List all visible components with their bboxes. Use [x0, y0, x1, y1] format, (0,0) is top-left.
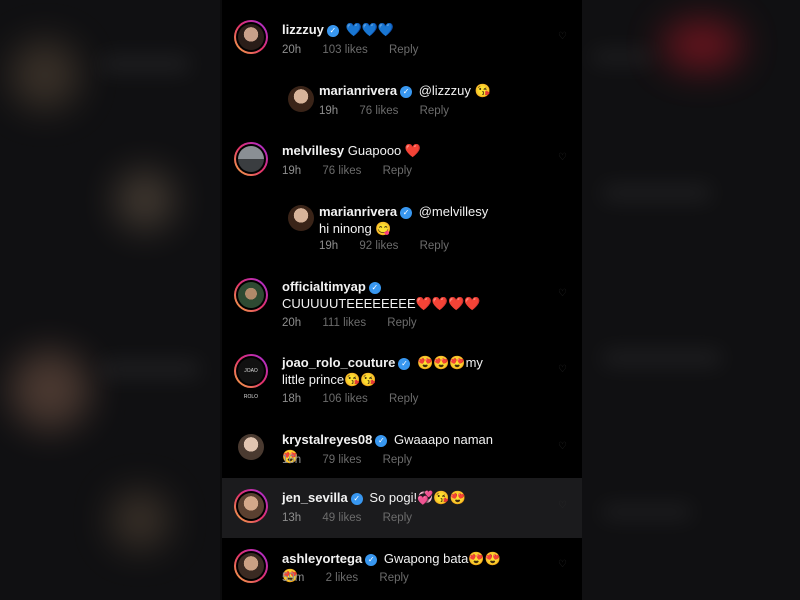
profile-picture [238, 146, 264, 172]
comment-reply: marianrivera ✓ @melvillesy hi ninong 😋 19… [222, 199, 582, 269]
profile-picture [238, 493, 264, 519]
timestamp: 19h [319, 105, 339, 117]
likes-count[interactable]: 79 likes [322, 454, 361, 466]
reply-button[interactable]: Reply [389, 44, 418, 56]
comment-item: JOAO ROLO joao_rolo_couture ✓ 😍😍😍my littl… [222, 350, 582, 420]
reply-button[interactable]: Reply [383, 512, 412, 524]
likes-count[interactable]: 76 likes [359, 105, 398, 117]
avatar[interactable] [234, 142, 268, 176]
heart-icon[interactable]: ♡ [558, 441, 568, 452]
reply-button[interactable]: Reply [383, 454, 412, 466]
likes-count[interactable]: 106 likes [322, 393, 367, 405]
timestamp: 18h [282, 393, 302, 405]
heart-icon[interactable]: ♡ [558, 500, 568, 511]
likes-count[interactable]: 103 likes [322, 44, 367, 56]
timestamp: 19h [282, 165, 302, 177]
timestamp: 20h [282, 317, 302, 329]
heart-icon[interactable]: ♡ [558, 364, 568, 375]
brand-logo: JOAO ROLO [238, 358, 264, 400]
timestamp: 20h [282, 44, 302, 56]
heart-icon[interactable]: ♡ [558, 559, 568, 570]
profile-picture [238, 282, 264, 308]
comment-item: lizzzuy ✓ 💙💙💙 20h 103 likes Reply ♡ [222, 15, 582, 85]
likes-count[interactable]: 76 likes [322, 165, 361, 177]
avatar[interactable] [284, 201, 318, 235]
username[interactable]: marianrivera [319, 204, 397, 219]
reply-button[interactable]: Reply [389, 393, 418, 405]
heart-icon[interactable]: ♡ [558, 152, 568, 163]
comment-item: melvillesy Guapooo ❤️ 19h 76 likes Reply… [222, 138, 582, 208]
likes-count[interactable]: 49 likes [322, 512, 361, 524]
blurred-background-left [0, 0, 220, 600]
username[interactable]: ashleyortega [282, 551, 362, 566]
timestamp: 13h [282, 512, 302, 524]
username[interactable]: jen_sevilla [282, 490, 348, 505]
comment-text: Guapooo ❤️ [347, 143, 422, 158]
verified-icon: ✓ [365, 553, 378, 566]
verified-icon: ✓ [398, 357, 411, 370]
verified-icon: ✓ [375, 434, 388, 447]
heart-icon[interactable]: ♡ [558, 288, 568, 299]
verified-icon: ✓ [350, 492, 363, 505]
comment-text: CUUUUUTEEEEEEEE❤️❤️❤️❤️ [282, 296, 481, 311]
profile-picture [288, 205, 314, 231]
comment-item-selected[interactable]: jen_sevilla ✓ So pogi!💞😘😍 13h 49 likes Re… [222, 478, 582, 538]
verified-icon: ✓ [400, 85, 413, 98]
profile-picture [238, 553, 264, 579]
reply-button[interactable]: Reply [420, 105, 449, 117]
likes-count[interactable]: 2 likes [326, 572, 359, 584]
username[interactable]: joao_rolo_couture [282, 355, 395, 370]
blurred-background-right [582, 0, 800, 600]
username[interactable]: officialtimyap [282, 279, 366, 294]
likes-count[interactable]: 92 likes [359, 240, 398, 252]
verified-icon: ✓ [400, 206, 413, 219]
comment-text: 💙💙💙 [345, 22, 395, 37]
reply-button[interactable]: Reply [420, 240, 449, 252]
comment-item: officialtimyap ✓ CUUUUUTEEEEEEEE❤️❤️❤️❤️ … [222, 274, 582, 344]
timestamp: 16h [282, 454, 302, 466]
heart-icon[interactable]: ♡ [558, 31, 568, 42]
avatar[interactable] [234, 278, 268, 312]
reply-button[interactable]: Reply [383, 165, 412, 177]
comment-text: So pogi!💞😘😍 [369, 490, 466, 505]
avatar[interactable]: JOAO ROLO [234, 354, 268, 400]
verified-icon: ✓ [326, 24, 339, 37]
comment-item: ashleyortega ✓ Gwapong bata😍😍😍 59m 2 like… [222, 545, 582, 600]
profile-picture [238, 434, 264, 460]
reply-button[interactable]: Reply [387, 317, 416, 329]
avatar[interactable] [234, 20, 268, 54]
username[interactable]: krystalreyes08 [282, 432, 372, 447]
likes-count[interactable]: 111 likes [322, 317, 366, 329]
username[interactable]: marianrivera [319, 83, 397, 98]
avatar[interactable] [234, 489, 268, 523]
avatar[interactable] [234, 549, 268, 583]
verified-icon: ✓ [368, 281, 381, 294]
comment-list: lizzzuy ✓ 💙💙💙 20h 103 likes Reply ♡ maria… [222, 0, 582, 600]
avatar[interactable] [284, 82, 318, 116]
timestamp: 19h [319, 240, 339, 252]
timestamp: 59m [282, 572, 305, 584]
username[interactable]: lizzzuy [282, 22, 324, 37]
profile-picture [238, 24, 264, 50]
reply-button[interactable]: Reply [379, 572, 408, 584]
comment-text: @lizzzuy 😘 [418, 83, 491, 98]
profile-picture [288, 86, 314, 112]
avatar[interactable] [234, 430, 268, 464]
username[interactable]: melvillesy [282, 143, 344, 158]
